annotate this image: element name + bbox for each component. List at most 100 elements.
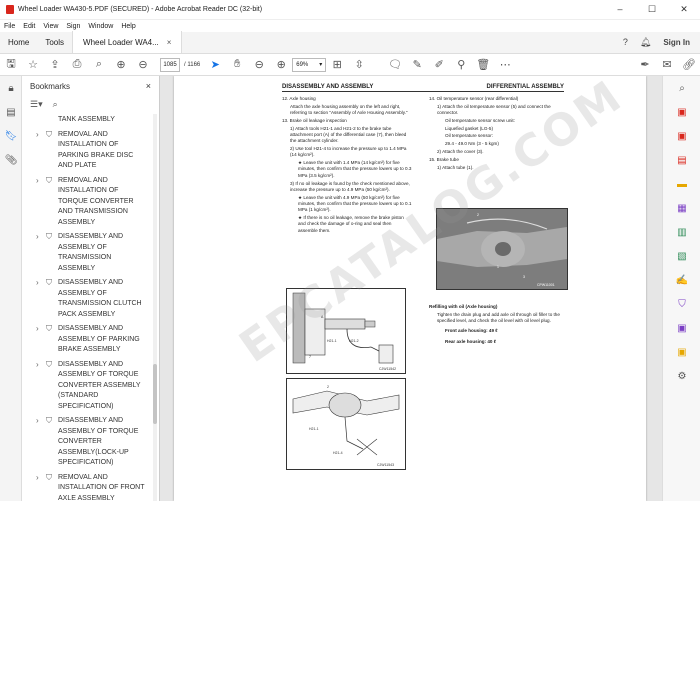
menu-file[interactable]: File	[4, 23, 15, 30]
menu-edit[interactable]: Edit	[23, 23, 35, 30]
zoom-in-icon[interactable]: ⊕	[270, 56, 292, 74]
compress-pdf-icon[interactable]: ▧	[663, 244, 700, 268]
close-panel-icon[interactable]: ×	[146, 81, 151, 91]
delete-icon[interactable]: 🗑︎	[472, 56, 494, 74]
bookmark-item[interactable]: › ⛉ REMOVAL AND INSTALLATION OF PARKING BR…	[22, 129, 152, 175]
chevron-right-icon[interactable]: ›	[36, 473, 46, 502]
chevron-right-icon[interactable]: ›	[36, 232, 46, 274]
bookmark-item[interactable]: › ⛉ DISASSEMBLY AND ASSEMBLY OF TORQUE CON…	[22, 415, 152, 472]
page-up-icon[interactable]: ⊕	[110, 56, 132, 74]
select-cursor-icon[interactable]: ➤	[204, 56, 226, 74]
zoom-value: 69%	[296, 61, 309, 68]
main-toolbar: 🖫︎ ☆ ⇪ ⎙ ⌕ ⊕ ⊖ 1085 / 1166 ➤ ✋︎ ⊖ ⊕ 69% ▾…	[0, 54, 700, 76]
bookmark-item[interactable]: › ⛉ REMOVAL AND INSTALLATION OF FRONT AXLE…	[22, 472, 152, 502]
page-down-icon[interactable]: ⊖	[132, 56, 154, 74]
options-menu-icon[interactable]: ☰▾	[30, 99, 43, 110]
pages-icon[interactable]: ▤	[0, 100, 22, 124]
tab-home[interactable]: Home	[0, 31, 37, 53]
chevron-right-icon[interactable]: ›	[36, 324, 46, 356]
rear-axle-capacity: Rear axle housing: 40 ℓ	[445, 338, 497, 344]
right-tools-rail: ⌕ ▣ ▣ ▤ ▬ ▦ ▥ ▧ ✍ ⛉ ▣ ▣ ⚙	[662, 76, 700, 501]
left-nav-rail: 🔒︎ ▤ 🔖︎ 📎︎	[0, 76, 22, 501]
bookmark-partial[interactable]: TANK ASSEMBLY	[22, 114, 152, 129]
protect-icon[interactable]: ⛉	[663, 292, 700, 316]
chevron-right-icon[interactable]: ›	[36, 130, 46, 172]
bookmark-item[interactable]: › ⛉ DISASSEMBLY AND ASSEMBLY OF TRANSMISSI…	[22, 277, 152, 323]
menu-help[interactable]: Help	[121, 23, 135, 30]
search-icon[interactable]: ⌕	[88, 56, 110, 74]
bookmark-item[interactable]: › ⛉ DISASSEMBLY AND ASSEMBLY OF TORQUE CON…	[22, 359, 152, 416]
create-pdf-icon[interactable]: ▣	[663, 124, 700, 148]
lock-icon[interactable]: 🔒︎	[0, 76, 22, 100]
bookmark-label: DISASSEMBLY AND ASSEMBLY OF TORQUE CONVE…	[58, 360, 141, 410]
edit-pdf-icon[interactable]: ▤	[663, 148, 700, 172]
left-paragraph: 13. Brake oil leakage inspection	[282, 117, 347, 123]
scroll-thumb[interactable]	[153, 364, 157, 424]
tab-tools[interactable]: Tools	[37, 31, 72, 53]
bookmark-icon[interactable]: 🔖︎	[0, 124, 22, 148]
more-tools-rail-icon[interactable]: ⚙	[663, 364, 700, 388]
save-icon[interactable]: 🖫︎	[0, 56, 22, 74]
fill-sign-icon[interactable]: ✍	[663, 268, 700, 292]
print-icon[interactable]: ⎙	[66, 56, 88, 74]
refill-section: Refilling with oil (Axle housing) Tighte…	[429, 304, 569, 346]
chevron-right-icon[interactable]: ›	[36, 416, 46, 469]
bookmark-flag-icon: ⛉	[46, 324, 52, 333]
search-tool-icon[interactable]: ⌕	[663, 76, 700, 100]
right-paragraph: 14. Oil temperature sensor (rear differe…	[429, 96, 519, 101]
sign-in-button[interactable]: Sign In	[663, 38, 690, 47]
fig1-code: CJW11542	[379, 367, 397, 371]
tab-document[interactable]: Wheel Loader WA4... ×	[72, 31, 183, 53]
comment-icon[interactable]: 🗨︎	[384, 56, 406, 74]
more-tools-icon[interactable]: ⋯	[494, 56, 516, 74]
bookmark-label: DISASSEMBLY AND ASSEMBLY OF PARKING BRAK…	[58, 325, 140, 353]
stamp-icon[interactable]: ⚲	[450, 56, 472, 74]
bookmark-item[interactable]: › ⛉ DISASSEMBLY AND ASSEMBLY OF TRANSMISSI…	[22, 231, 152, 277]
export-pdf-icon[interactable]: ▣	[663, 100, 700, 124]
bookmark-item[interactable]: › ⛉ DISASSEMBLY AND ASSEMBLY OF PARKING BR…	[22, 323, 152, 359]
chevron-right-icon[interactable]: ›	[36, 278, 46, 320]
menu-view[interactable]: View	[43, 23, 58, 30]
page-number-input[interactable]: 1085	[160, 57, 180, 72]
chevron-right-icon[interactable]: ›	[36, 360, 46, 413]
bookmark-item[interactable]: › ⛉ REMOVAL AND INSTALLATION OF TORQUE CON…	[22, 175, 152, 232]
scroll-mode-icon[interactable]: ⇳	[348, 56, 370, 74]
help-icon[interactable]: ?	[623, 37, 628, 47]
send-review-icon[interactable]: ▣	[663, 316, 700, 340]
pen-icon[interactable]: ✒	[634, 56, 656, 74]
upload-icon[interactable]: ⇪	[44, 56, 66, 74]
minimize-button[interactable]: –	[604, 4, 636, 15]
close-window-button[interactable]: ✕	[668, 4, 700, 15]
zoom-out-icon[interactable]: ⊖	[248, 56, 270, 74]
window-title: Wheel Loader WA430-5.PDF (SECURED) - Ado…	[18, 6, 263, 13]
bookmark-label: DISASSEMBLY AND ASSEMBLY OF TRANSMISSION…	[58, 279, 142, 318]
maximize-button[interactable]: ☐	[636, 4, 668, 15]
refill-text: Tighten the drain plug and add axle oil …	[437, 311, 560, 324]
fit-page-icon[interactable]: ⊞	[326, 56, 348, 74]
comment-tool-icon[interactable]: ▬	[663, 172, 700, 196]
zoom-select[interactable]: 69% ▾	[292, 57, 327, 72]
draw-icon[interactable]: ✐	[428, 56, 450, 74]
organize-pages-icon[interactable]: ▥	[663, 220, 700, 244]
star-icon[interactable]: ☆	[22, 56, 44, 74]
bell-icon[interactable]: 🔔︎	[640, 37, 651, 48]
mail-icon[interactable]: ✉	[656, 56, 678, 74]
attachment-icon[interactable]: 📎︎	[0, 148, 22, 172]
bookmark-label: REMOVAL AND INSTALLATION OF PARKING BRAK…	[58, 130, 134, 170]
left-paragraph: Attach the axle housing assembly on the …	[290, 103, 408, 116]
stamp-tool-icon[interactable]: ▣	[663, 340, 700, 364]
highlight-icon[interactable]: ✎	[406, 56, 428, 74]
find-bookmark-icon[interactable]: ⌕	[53, 99, 58, 110]
left-paragraph: 1) Attach tools H21-1 and H21-2 to the b…	[290, 125, 407, 144]
hand-tool-icon[interactable]: ✋︎	[226, 56, 248, 74]
chevron-right-icon[interactable]: ›	[36, 176, 46, 229]
tab-close-icon[interactable]: ×	[167, 38, 172, 47]
combine-files-icon[interactable]: ▦	[663, 196, 700, 220]
share-icon[interactable]: 🔗︎	[678, 56, 700, 74]
bookmark-scrollbar[interactable]	[153, 114, 157, 501]
menu-sign[interactable]: Sign	[66, 23, 80, 30]
tab-bar: Home Tools Wheel Loader WA4... × ? 🔔︎ Si…	[0, 31, 700, 54]
document-viewport[interactable]: DISASSEMBLY AND ASSEMBLY DIFFERENTIAL AS…	[160, 76, 662, 501]
left-paragraph: ★ Leave the unit with 4.9 MPa (50 kg/cm²…	[298, 194, 412, 213]
menu-window[interactable]: Window	[88, 23, 113, 30]
